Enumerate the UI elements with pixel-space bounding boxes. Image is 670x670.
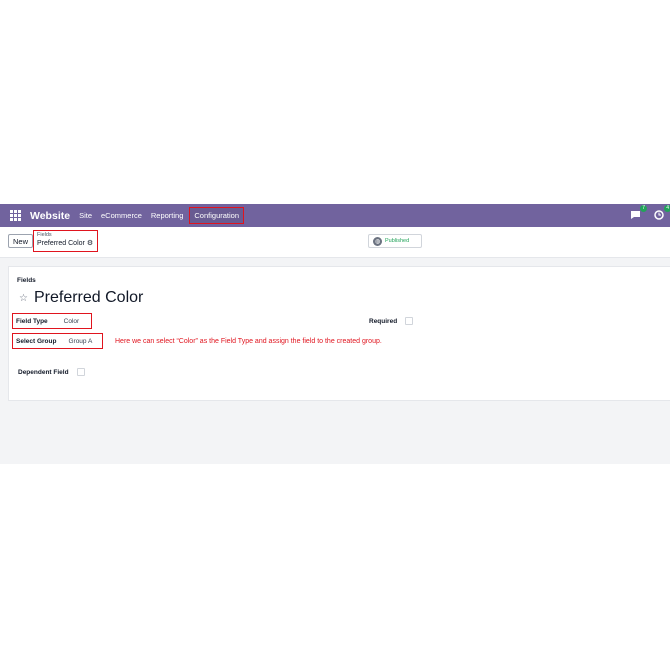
dependent-field-label: Dependent Field [18, 368, 69, 376]
menu-item-site[interactable]: Site [79, 211, 92, 220]
star-icon[interactable]: ☆ [19, 293, 28, 304]
breadcrumb-current: Preferred Color ⚙ [37, 239, 94, 249]
required-label: Required [369, 317, 398, 325]
record-title[interactable]: Preferred Color [34, 289, 143, 307]
title-row: ☆ Preferred Color [19, 289, 143, 307]
select-group-label: Select Group [16, 337, 57, 345]
published-label: Published [385, 238, 410, 244]
chat-badge: 7 [640, 205, 647, 212]
menu-item-configuration[interactable]: Configuration [189, 207, 245, 224]
activity-badge: 4 [664, 205, 670, 212]
required-checkbox[interactable] [405, 317, 414, 325]
select-group-row: Select Group Group A [12, 333, 103, 349]
select-group-select[interactable]: Group A [68, 338, 92, 345]
field-type-select[interactable]: Color [64, 318, 80, 325]
control-panel: New Fields Preferred Color ⚙ ◍ Published [0, 227, 670, 258]
dependent-field-row: Dependent Field [18, 368, 85, 376]
activity-clock-icon[interactable]: 4 [652, 205, 670, 222]
required-row: Required [369, 317, 414, 325]
annotation-text: Here we can select “Color” as the Field … [115, 338, 382, 345]
menu-item-reporting[interactable]: Reporting [151, 211, 184, 220]
navbar-systray: 7 4 [628, 205, 670, 222]
form-sheet: Fields ☆ Preferred Color Field Type Colo… [8, 266, 670, 401]
top-navbar: Website Site eCommerce Reporting Configu… [0, 204, 670, 227]
menu-item-ecommerce[interactable]: eCommerce [101, 211, 142, 220]
gear-icon[interactable]: ⚙ [87, 239, 93, 249]
breadcrumb: Fields Preferred Color ⚙ [33, 230, 98, 252]
globe-icon: ◍ [373, 236, 382, 246]
apps-grid-icon[interactable] [10, 210, 21, 221]
new-button[interactable]: New [8, 234, 34, 248]
dependent-field-checkbox[interactable] [76, 368, 85, 376]
app-brand[interactable]: Website [30, 210, 70, 222]
breadcrumb-current-label: Preferred Color [37, 240, 85, 247]
field-type-label: Field Type [16, 317, 48, 325]
published-toggle-button[interactable]: ◍ Published [368, 234, 422, 248]
chat-icon[interactable]: 7 [628, 205, 647, 222]
field-type-row: Field Type Color [12, 313, 92, 329]
model-label: Fields [17, 277, 36, 284]
breadcrumb-parent-fields[interactable]: Fields [37, 232, 94, 239]
